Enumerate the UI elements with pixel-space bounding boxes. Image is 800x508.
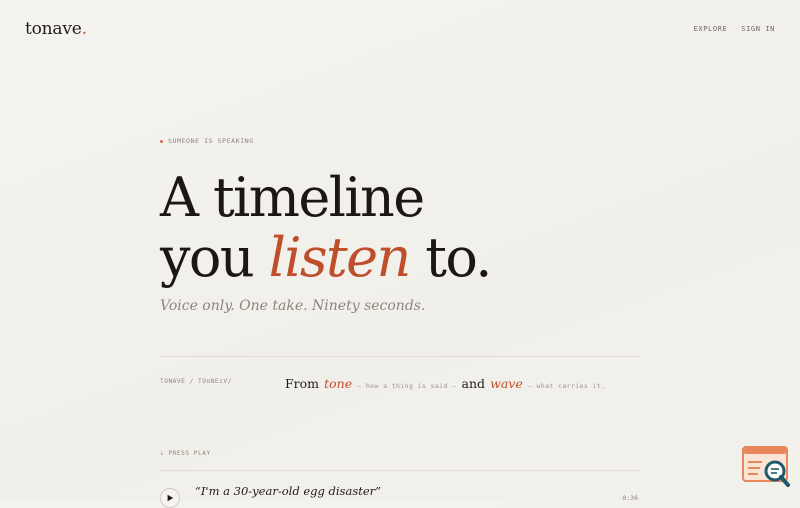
divider-top bbox=[160, 356, 640, 357]
etym-tone-gloss: — how a thing is said — bbox=[357, 382, 457, 390]
etym-wave: wave bbox=[490, 376, 523, 391]
nav-explore-link[interactable]: EXPLORE bbox=[694, 25, 728, 33]
eyebrow-label: SOMEONE IS SPEAKING bbox=[168, 137, 254, 145]
logo-text: tonave bbox=[25, 19, 82, 39]
press-play-label: ↓ PRESS PLAY bbox=[160, 450, 211, 457]
etym-tone: tone bbox=[324, 376, 353, 391]
track-duration: 0:36 bbox=[622, 494, 638, 502]
hero-line-2: you listen to. bbox=[160, 226, 492, 289]
pronunciation: TONAVE / TOʊNEɪV/ bbox=[160, 378, 232, 385]
etymology: TONAVE / TOʊNEɪV/ From tone — how a thin… bbox=[160, 373, 640, 392]
track-title[interactable]: “I'm a 30-year-old egg disaster” bbox=[195, 484, 381, 498]
tagline: Voice only. One take. Ninety seconds. bbox=[160, 298, 426, 314]
top-nav: EXPLORE SIGN IN bbox=[694, 25, 775, 33]
etym-and: and bbox=[461, 376, 486, 391]
etym-wave-gloss: — what carries it. bbox=[527, 382, 606, 390]
divider-bottom bbox=[160, 470, 640, 471]
eyebrow: SOMEONE IS SPEAKING bbox=[160, 137, 254, 145]
logo[interactable]: tonave. bbox=[25, 19, 87, 39]
hero-headline: A timeline you listen to. bbox=[160, 166, 492, 289]
track-row[interactable]: “I'm a 30-year-old egg disaster” 0:36 bbox=[160, 482, 640, 508]
live-dot-icon bbox=[160, 139, 163, 143]
hero-suffix: to. bbox=[425, 226, 492, 289]
logo-dot: . bbox=[81, 19, 87, 39]
hero-line-1: A timeline bbox=[160, 166, 425, 229]
hero-accent: listen bbox=[268, 226, 412, 289]
hero-prefix: you bbox=[160, 226, 255, 289]
search-window-icon[interactable] bbox=[742, 446, 792, 488]
nav-sign-in-link[interactable]: SIGN IN bbox=[741, 25, 775, 33]
play-button[interactable] bbox=[160, 488, 180, 508]
play-icon bbox=[167, 494, 174, 502]
etymology-definition: From tone — how a thing is said — and wa… bbox=[285, 373, 606, 392]
etym-from: From bbox=[285, 376, 320, 391]
